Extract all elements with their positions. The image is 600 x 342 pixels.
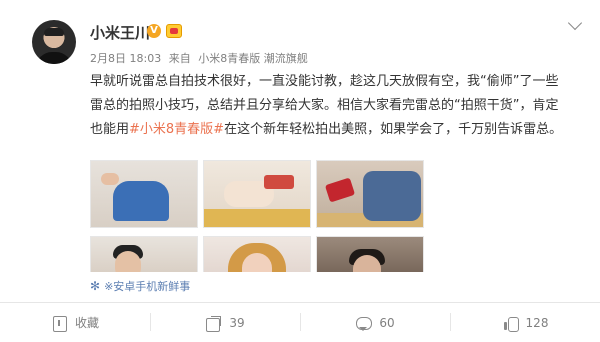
comment-icon [355,315,373,331]
photo-1-hand [101,173,119,185]
avatar-shirt [36,52,72,64]
favorite-button[interactable]: 收藏 [0,303,150,342]
photo-thumb-1[interactable] [90,160,198,228]
share-button[interactable]: 39 [150,303,300,342]
weibo-post-card: 小米王川 V 2月8日 18:03 来自 小米8青春版 潮流旗舰 早就听说雷总自… [0,0,600,342]
action-bar: 收藏 39 60 128 [0,303,600,342]
photo-thumb-6[interactable] [316,236,424,272]
meta-from: 来自 [168,52,191,65]
content-line-1: 早就听说雷总自拍技术很好，一直没能讨教，趁这几天放假有空，我“偷师”了一些 [90,74,559,89]
content-line-3: 也能用#小米8青春版#在这个新年轻松拍出美照，如果学会了，千万别告诉雷总。 [90,118,590,142]
share-count: 39 [229,315,245,330]
bookmark-icon [51,315,67,332]
like-button[interactable]: 128 [450,303,600,342]
photo-thumb-2[interactable] [203,160,311,228]
post-content: 早就听说雷总自拍技术很好，一直没能讨教，趁这几天放假有空，我“偷师”了一些 雷总… [90,70,590,142]
device-name[interactable]: 小米8青春版 [198,52,260,65]
member-crown-icon [166,24,182,38]
share-icon [205,315,221,332]
hashtag-link[interactable]: #小米8青春版# [129,122,224,137]
content-line-2: 雷总的拍照小技巧，总结并且分享给大家。相信大家看完雷总的“拍照干货”，肯定 [90,98,559,113]
avatar[interactable] [32,20,76,64]
post-date[interactable]: 2月8日 [90,52,126,65]
favorite-label: 收藏 [74,316,99,330]
photo-thumb-3[interactable] [316,160,424,228]
post-time[interactable]: 18:03 [130,52,162,65]
content-line-3-before: 也能用 [90,122,130,137]
photo-4-face [115,251,141,272]
photo-2-phone [264,175,294,189]
photo-thumb-4[interactable] [90,236,198,272]
content-line-3-after: 在这个新年轻松拍出美照，如果学会了，千万别告诉雷总。 [224,122,563,137]
verified-badge: V [147,24,161,38]
like-count: 128 [525,315,549,330]
photo-1-shirt [113,181,169,221]
avatar-hair [44,28,64,36]
chevron-down-icon[interactable] [567,15,583,31]
photo-3-shirt [363,171,421,221]
comment-count: 60 [379,315,395,330]
device-tag: 潮流旗舰 [263,52,308,65]
photo-3-phone [324,177,356,203]
post-meta: 2月8日 18:03 来自 小米8青春版 潮流旗舰 [90,50,308,66]
source-link[interactable]: ※安卓手机新鲜事 [104,278,190,294]
comment-button[interactable]: 60 [300,303,450,342]
star-icon: ✻ [90,279,101,293]
photo-2-table [204,209,310,227]
source-line: ✻ ※安卓手机新鲜事 [90,278,190,294]
photo-thumb-5[interactable] [203,236,311,272]
like-icon [502,315,519,332]
photo-grid [90,160,424,272]
author-name[interactable]: 小米王川 [90,22,150,43]
